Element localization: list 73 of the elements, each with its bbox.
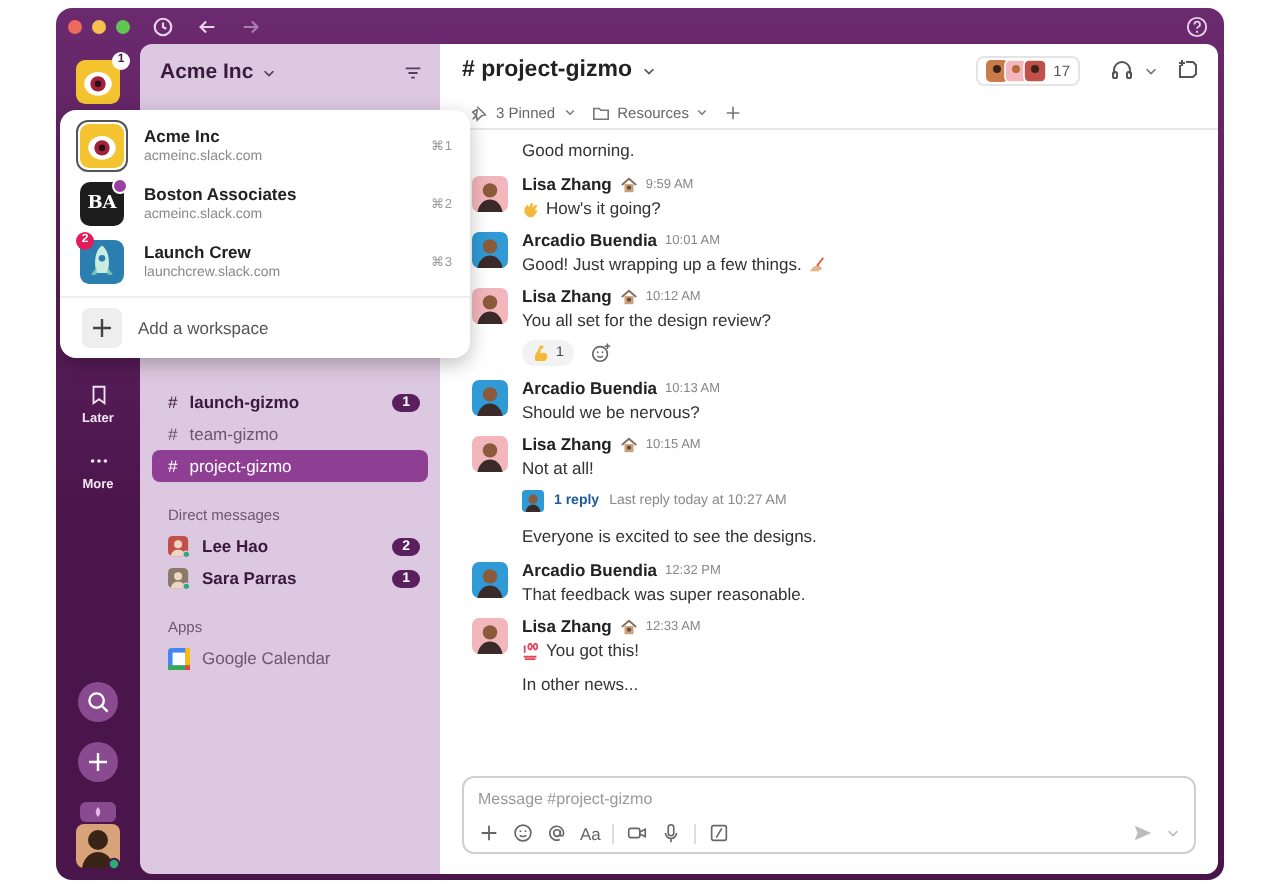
author-name[interactable]: Lisa Zhang bbox=[522, 174, 612, 194]
workspace-logo-icon[interactable] bbox=[76, 60, 120, 104]
mention-icon[interactable] bbox=[546, 822, 568, 844]
avatar-icon[interactable] bbox=[472, 176, 508, 212]
message-text: Should we be nervous? bbox=[522, 402, 700, 422]
caret-icon[interactable] bbox=[696, 106, 709, 118]
message-text: You got this! bbox=[546, 640, 639, 660]
avatar-icon[interactable] bbox=[472, 288, 508, 324]
message-text: In other news... bbox=[522, 674, 639, 694]
search-icon[interactable] bbox=[78, 682, 118, 722]
member-avatars-icon bbox=[985, 59, 1046, 81]
headphones-icon[interactable] bbox=[1110, 58, 1134, 82]
channel-item[interactable]: # team-gizmo bbox=[152, 418, 428, 450]
microphone-icon[interactable] bbox=[660, 822, 683, 844]
canvas-icon[interactable] bbox=[1176, 58, 1200, 82]
message-text: Not at all! bbox=[522, 458, 594, 478]
avatar-icon bbox=[522, 490, 544, 512]
caret-icon[interactable] bbox=[641, 63, 656, 77]
workspace-name: Acme Inc bbox=[144, 126, 222, 146]
calendar-icon bbox=[168, 647, 190, 669]
author-name[interactable]: Lisa Zhang bbox=[522, 616, 612, 636]
formatting-button[interactable]: Aa bbox=[580, 823, 601, 843]
bookmark-icon[interactable] bbox=[87, 384, 109, 406]
message-text: Good morning. bbox=[522, 140, 635, 160]
workspace-name: Boston Associates bbox=[144, 184, 297, 204]
forward-icon[interactable] bbox=[240, 15, 262, 37]
author-name[interactable]: Lisa Zhang bbox=[522, 434, 612, 454]
message-text: Everyone is excited to see the designs. bbox=[522, 526, 817, 546]
add-icon bbox=[82, 308, 122, 348]
waving-hand-icon bbox=[522, 199, 540, 217]
minimize-dot[interactable] bbox=[92, 19, 106, 33]
message-text: That feedback was super reasonable. bbox=[522, 584, 806, 604]
pin-icon bbox=[470, 103, 488, 121]
avatar-icon[interactable] bbox=[472, 436, 508, 472]
author-name[interactable]: Arcadio Buendia bbox=[522, 560, 658, 580]
channel-title[interactable]: # project-gizmo bbox=[462, 58, 632, 82]
folder-icon bbox=[591, 103, 610, 121]
zoom-dot[interactable] bbox=[116, 19, 130, 33]
eye-logo-icon bbox=[80, 123, 124, 167]
shortcut-icon[interactable] bbox=[708, 822, 731, 844]
avatar-icon[interactable] bbox=[472, 232, 508, 268]
history-icon[interactable] bbox=[152, 15, 174, 37]
user-avatar-icon[interactable] bbox=[76, 802, 120, 870]
message-text: Good! Just wrapping up a few things. bbox=[522, 254, 802, 274]
workspace-name: Launch Crew bbox=[144, 242, 253, 262]
add-workspace-item[interactable]: Add a workspace bbox=[60, 302, 470, 354]
caret-icon[interactable] bbox=[1144, 63, 1158, 77]
channel-item[interactable]: # project-gizmo bbox=[152, 450, 428, 482]
close-dot[interactable] bbox=[68, 19, 82, 33]
author-name[interactable]: Lisa Zhang bbox=[522, 286, 612, 306]
workspace-logo: BA bbox=[80, 181, 124, 225]
avatar-icon[interactable] bbox=[472, 618, 508, 654]
emoji-icon[interactable] bbox=[512, 822, 534, 844]
author-name[interactable]: Arcadio Buendia bbox=[522, 230, 658, 250]
message-text: How's it going? bbox=[546, 198, 661, 218]
writing-hand-icon bbox=[807, 255, 826, 273]
app-item[interactable]: Google Calendar bbox=[152, 642, 428, 674]
author-name[interactable]: Arcadio Buendia bbox=[522, 378, 658, 398]
avatar-icon[interactable] bbox=[472, 380, 508, 416]
caret-icon[interactable] bbox=[563, 106, 576, 118]
add-icon[interactable] bbox=[78, 742, 118, 782]
message-composer[interactable]: Message #project-gizmo Aa bbox=[462, 776, 1196, 854]
flexed-arm-icon bbox=[532, 344, 550, 362]
hundred-points-icon bbox=[522, 641, 540, 659]
video-icon[interactable] bbox=[626, 822, 649, 844]
message-text: You all set for the design review? bbox=[522, 310, 771, 330]
avatar-icon[interactable] bbox=[472, 562, 508, 598]
add-reaction-icon[interactable] bbox=[589, 342, 612, 364]
back-icon[interactable] bbox=[196, 15, 218, 37]
workspace-name[interactable]: Acme Inc bbox=[160, 60, 254, 84]
help-icon[interactable] bbox=[1186, 15, 1208, 37]
rocket-logo-icon bbox=[80, 239, 124, 283]
caret-icon[interactable] bbox=[261, 65, 276, 79]
